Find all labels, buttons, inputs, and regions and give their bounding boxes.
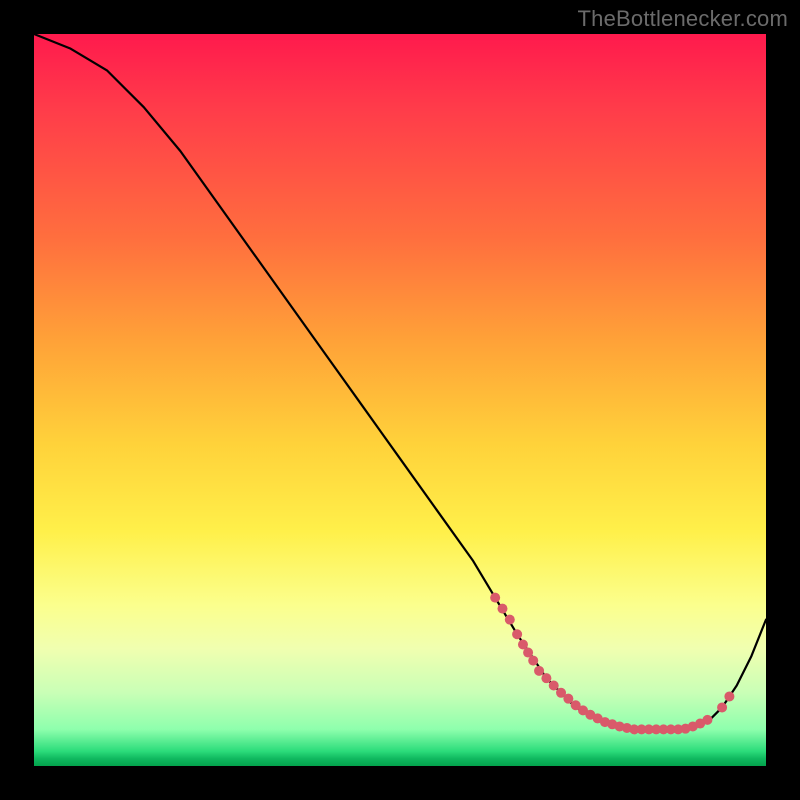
chart-frame: TheBottlenecker.com xyxy=(0,0,800,800)
marker-dot xyxy=(490,593,500,603)
plot-area xyxy=(34,34,766,766)
marker-dot xyxy=(505,615,515,625)
series-curve xyxy=(34,34,766,729)
attribution-label: TheBottlenecker.com xyxy=(578,6,788,32)
marker-dot xyxy=(702,715,712,725)
curve-layer xyxy=(34,34,766,766)
marker-dot xyxy=(528,656,538,666)
marker-dots xyxy=(490,593,734,735)
marker-dot xyxy=(549,680,559,690)
marker-dot xyxy=(534,666,544,676)
marker-dot xyxy=(717,702,727,712)
marker-dot xyxy=(512,629,522,639)
marker-dot xyxy=(724,691,734,701)
marker-dot xyxy=(497,604,507,614)
marker-dot xyxy=(541,673,551,683)
